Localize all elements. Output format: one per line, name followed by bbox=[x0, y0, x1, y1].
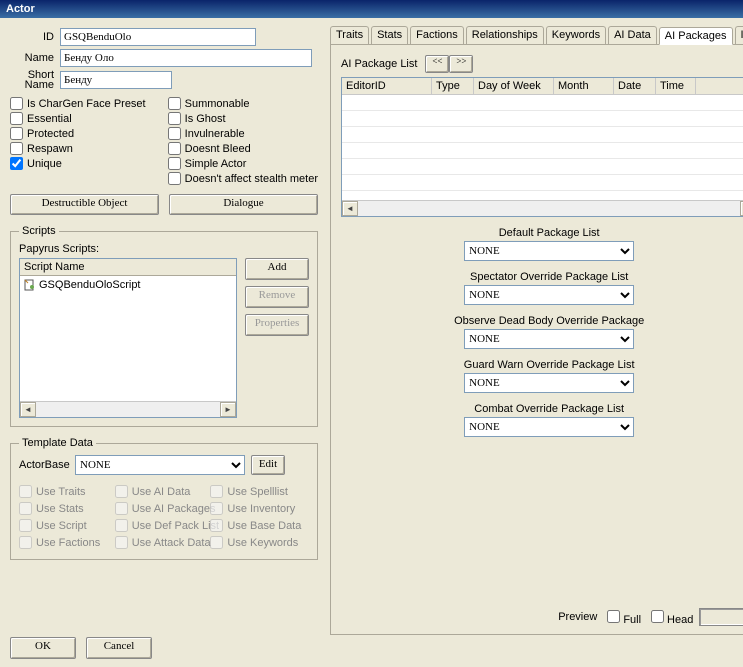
observe-pkg-select[interactable]: NONE bbox=[464, 329, 634, 349]
tab-traits[interactable]: Traits bbox=[330, 26, 369, 44]
preview-head[interactable]: Head bbox=[647, 607, 693, 626]
id-label: ID bbox=[10, 31, 54, 43]
col-month[interactable]: Month bbox=[554, 78, 614, 94]
col-date[interactable]: Date bbox=[614, 78, 656, 94]
pkg-prev-button[interactable]: << bbox=[425, 55, 449, 73]
spectator-pkg-label: Spectator Override Package List bbox=[341, 271, 743, 283]
flag-unique[interactable]: Unique bbox=[10, 157, 168, 170]
use-base-data: Use Base Data bbox=[210, 519, 306, 532]
ok-button[interactable]: OK bbox=[10, 637, 76, 659]
destructible-button[interactable]: Destructible Object bbox=[10, 194, 159, 215]
use-script: Use Script bbox=[19, 519, 115, 532]
add-button[interactable]: Add bbox=[245, 258, 309, 280]
tab-relationships[interactable]: Relationships bbox=[466, 26, 544, 44]
actorbase-label: ActorBase bbox=[19, 459, 75, 471]
flag-invulnerable[interactable]: Invulnerable bbox=[168, 127, 318, 140]
col-time[interactable]: Time bbox=[656, 78, 696, 94]
use-ai-data: Use AI Data bbox=[115, 485, 211, 498]
name-label: Name bbox=[10, 52, 54, 64]
ai-package-grid[interactable]: EditorID Type Day of Week Month Date Tim… bbox=[341, 77, 743, 217]
tab-factions[interactable]: Factions bbox=[410, 26, 464, 44]
script-item-name: GSQBenduOloScript bbox=[39, 279, 141, 291]
template-legend: Template Data bbox=[19, 437, 96, 449]
script-scrollbar[interactable]: ◄ ► bbox=[20, 401, 236, 417]
tab-body: AI Package List << >> EditorID Type Day … bbox=[330, 45, 743, 635]
left-pane: ID Name Short Name Is CharGen Face Prese… bbox=[0, 18, 326, 667]
tab-keywords[interactable]: Keywords bbox=[546, 26, 606, 44]
combat-pkg-label: Combat Override Package List bbox=[341, 403, 743, 415]
use-ai-packages: Use AI Packages bbox=[115, 502, 211, 515]
flag-respawn[interactable]: Respawn bbox=[10, 142, 168, 155]
edit-button[interactable]: Edit bbox=[251, 455, 285, 475]
preview-label: Preview bbox=[558, 611, 597, 623]
remove-button[interactable]: Remove bbox=[245, 286, 309, 308]
script-item[interactable]: GSQBenduOloScript bbox=[24, 278, 232, 292]
window-title: Actor bbox=[0, 0, 743, 18]
use-attack: Use Attack Data bbox=[115, 536, 211, 549]
flag-protected[interactable]: Protected bbox=[10, 127, 168, 140]
flag-simple[interactable]: Simple Actor bbox=[168, 157, 318, 170]
scroll-left-icon[interactable]: ◄ bbox=[20, 402, 36, 417]
tabstrip: Traits Stats Factions Relationships Keyw… bbox=[330, 26, 743, 45]
scroll-right-icon[interactable]: ► bbox=[220, 402, 236, 417]
shortname-input[interactable] bbox=[60, 71, 172, 89]
actorbase-select[interactable]: NONE bbox=[75, 455, 245, 475]
script-list[interactable]: Script Name GSQBenduOloScript ◄ ► bbox=[19, 258, 237, 418]
tab-inventory[interactable]: Inve bbox=[735, 26, 743, 44]
observe-pkg-label: Observe Dead Body Override Package bbox=[341, 315, 743, 327]
scripts-legend: Scripts bbox=[19, 225, 59, 237]
default-pkg-label: Default Package List bbox=[341, 227, 743, 239]
scroll-left-icon[interactable]: ◄ bbox=[342, 201, 358, 216]
script-file-icon bbox=[24, 279, 36, 291]
preview-box bbox=[699, 608, 743, 626]
template-group: Template Data ActorBase NONE Edit Use Tr… bbox=[10, 437, 318, 560]
ai-package-list-label: AI Package List bbox=[341, 58, 417, 70]
col-dayofweek[interactable]: Day of Week bbox=[474, 78, 554, 94]
guard-pkg-label: Guard Warn Override Package List bbox=[341, 359, 743, 371]
right-pane: Traits Stats Factions Relationships Keyw… bbox=[326, 18, 743, 667]
col-editorid[interactable]: EditorID bbox=[342, 78, 432, 94]
use-factions: Use Factions bbox=[19, 536, 115, 549]
use-stats: Use Stats bbox=[19, 502, 115, 515]
tab-stats[interactable]: Stats bbox=[371, 26, 408, 44]
name-input[interactable] bbox=[60, 49, 312, 67]
properties-button[interactable]: Properties bbox=[245, 314, 309, 336]
guard-pkg-select[interactable]: NONE bbox=[464, 373, 634, 393]
tab-ai-packages[interactable]: AI Packages bbox=[659, 27, 733, 45]
pkg-next-button[interactable]: >> bbox=[449, 55, 473, 73]
spectator-pkg-select[interactable]: NONE bbox=[464, 285, 634, 305]
scripts-caption: Papyrus Scripts: bbox=[19, 243, 309, 255]
flag-essential[interactable]: Essential bbox=[10, 112, 168, 125]
default-pkg-select[interactable]: NONE bbox=[464, 241, 634, 261]
dialogue-button[interactable]: Dialogue bbox=[169, 194, 318, 215]
use-traits: Use Traits bbox=[19, 485, 115, 498]
shortname-label: Short Name bbox=[10, 70, 54, 90]
flag-stealth[interactable]: Doesn't affect stealth meter bbox=[168, 172, 318, 185]
use-def-pack: Use Def Pack List bbox=[115, 519, 211, 532]
id-input[interactable] bbox=[60, 28, 256, 46]
scripts-group: Scripts Papyrus Scripts: Script Name GSQ… bbox=[10, 225, 318, 427]
flag-ghost[interactable]: Is Ghost bbox=[168, 112, 318, 125]
tab-ai-data[interactable]: AI Data bbox=[608, 26, 657, 44]
cancel-button[interactable]: Cancel bbox=[86, 637, 152, 659]
grid-scrollbar[interactable]: ◄ ► bbox=[342, 200, 743, 216]
flag-nobleed[interactable]: Doesnt Bleed bbox=[168, 142, 318, 155]
flag-summonable[interactable]: Summonable bbox=[168, 97, 318, 110]
preview-full[interactable]: Full bbox=[603, 607, 641, 626]
use-spelllist: Use Spelllist bbox=[210, 485, 306, 498]
col-type[interactable]: Type bbox=[432, 78, 474, 94]
use-inventory: Use Inventory bbox=[210, 502, 306, 515]
combat-pkg-select[interactable]: NONE bbox=[464, 417, 634, 437]
flag-chargen[interactable]: Is CharGen Face Preset bbox=[10, 97, 168, 110]
script-col-header[interactable]: Script Name bbox=[20, 259, 236, 276]
use-keywords: Use Keywords bbox=[210, 536, 306, 549]
